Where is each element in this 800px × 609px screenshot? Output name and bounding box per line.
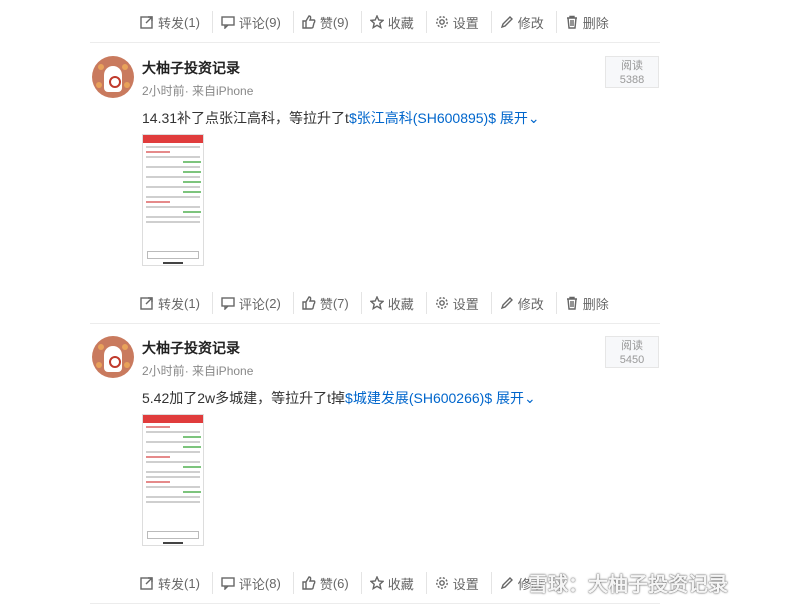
comment-icon (221, 577, 235, 590)
post-card: 大柚子投资记录 2小时前· 来自iPhone 阅读 5388 14.31补了点张… (90, 56, 660, 271)
action-bar-post-2: 转发 (1) 评论 (8) 赞 (6) 收藏 设置 修改 (140, 572, 564, 594)
expand-link[interactable]: 展开⌄ (500, 110, 540, 126)
author-name[interactable]: 大柚子投资记录 (142, 58, 240, 78)
gear-icon (435, 297, 448, 309)
post-divider (90, 323, 660, 324)
star-icon (369, 296, 384, 310)
repost-button[interactable]: 转发 (1) (140, 292, 213, 314)
like-button[interactable]: 赞 (7) (302, 292, 362, 314)
comment-icon (221, 297, 235, 310)
trash-icon (566, 296, 577, 310)
favorite-button[interactable]: 收藏 (369, 572, 427, 594)
avatar[interactable] (92, 56, 134, 98)
chevron-down-icon: ⌄ (527, 110, 540, 126)
repost-icon (140, 577, 153, 590)
post-text: 5.42加了2w多城建，等拉升了t掉$城建发展(SH600266)$ 展开⌄ (142, 390, 536, 406)
post-divider (90, 42, 660, 43)
post-text: 14.31补了点张江高科，等拉升了t$张江高科(SH600895)$ 展开⌄ (142, 110, 540, 126)
gear-icon (435, 16, 448, 28)
like-button[interactable]: 赞 (9) (302, 11, 362, 33)
thumbs-up-icon (302, 15, 316, 29)
repost-button[interactable]: 转发 (1) (140, 572, 213, 594)
delete-button[interactable]: 删除 (565, 11, 621, 33)
star-icon (369, 576, 384, 590)
comment-button[interactable]: 评论 (8) (221, 572, 294, 594)
settings-button[interactable]: 设置 (435, 572, 492, 594)
comment-button[interactable]: 评论 (2) (221, 292, 294, 314)
post-divider (90, 603, 660, 604)
action-bar-post-1: 转发 (1) 评论 (2) 赞 (7) 收藏 设置 修改 删除 (140, 292, 629, 314)
gear-icon (435, 577, 448, 589)
favorite-button[interactable]: 收藏 (369, 11, 427, 33)
stock-link[interactable]: $城建发展(SH600266)$ (345, 390, 492, 406)
watermark-text: 雪球：大柚子投资记录 (528, 574, 728, 596)
post-meta: 2小时前· 来自iPhone (142, 364, 254, 378)
author-name[interactable]: 大柚子投资记录 (142, 338, 240, 358)
chevron-down-icon: ⌄ (524, 390, 536, 406)
read-count-box: 阅读 5450 (605, 336, 659, 368)
pencil-icon (500, 577, 513, 590)
edit-button[interactable]: 修改 (500, 292, 557, 314)
avatar[interactable] (92, 336, 134, 378)
stock-link[interactable]: $张江高科(SH600895)$ (349, 110, 496, 126)
thumbs-up-icon (302, 576, 316, 590)
repost-button[interactable]: 转发 (1) (140, 11, 213, 33)
action-bar-top: 转发 (1) 评论 (9) 赞 (9) 收藏 设置 修改 删除 (140, 11, 629, 33)
trash-icon (566, 15, 577, 29)
pencil-icon (500, 297, 513, 310)
thumbs-up-icon (302, 296, 316, 310)
post-card: 大柚子投资记录 2小时前· 来自iPhone 阅读 5450 5.42加了2w多… (90, 336, 660, 551)
repost-icon (140, 297, 153, 310)
settings-button[interactable]: 设置 (435, 292, 492, 314)
comment-button[interactable]: 评论 (9) (221, 11, 294, 33)
like-button[interactable]: 赞 (6) (302, 572, 362, 594)
expand-link[interactable]: 展开⌄ (496, 390, 536, 406)
delete-button[interactable]: 删除 (565, 292, 621, 314)
post-meta: 2小时前· 来自iPhone (142, 84, 254, 98)
post-image[interactable] (142, 414, 204, 546)
read-count-box: 阅读 5388 (605, 56, 659, 88)
favorite-button[interactable]: 收藏 (369, 292, 427, 314)
comment-icon (221, 16, 235, 29)
star-icon (369, 15, 384, 29)
edit-button[interactable]: 修改 (500, 11, 557, 33)
pencil-icon (500, 16, 513, 29)
repost-icon (140, 16, 153, 29)
settings-button[interactable]: 设置 (435, 11, 492, 33)
post-image[interactable] (142, 134, 204, 266)
